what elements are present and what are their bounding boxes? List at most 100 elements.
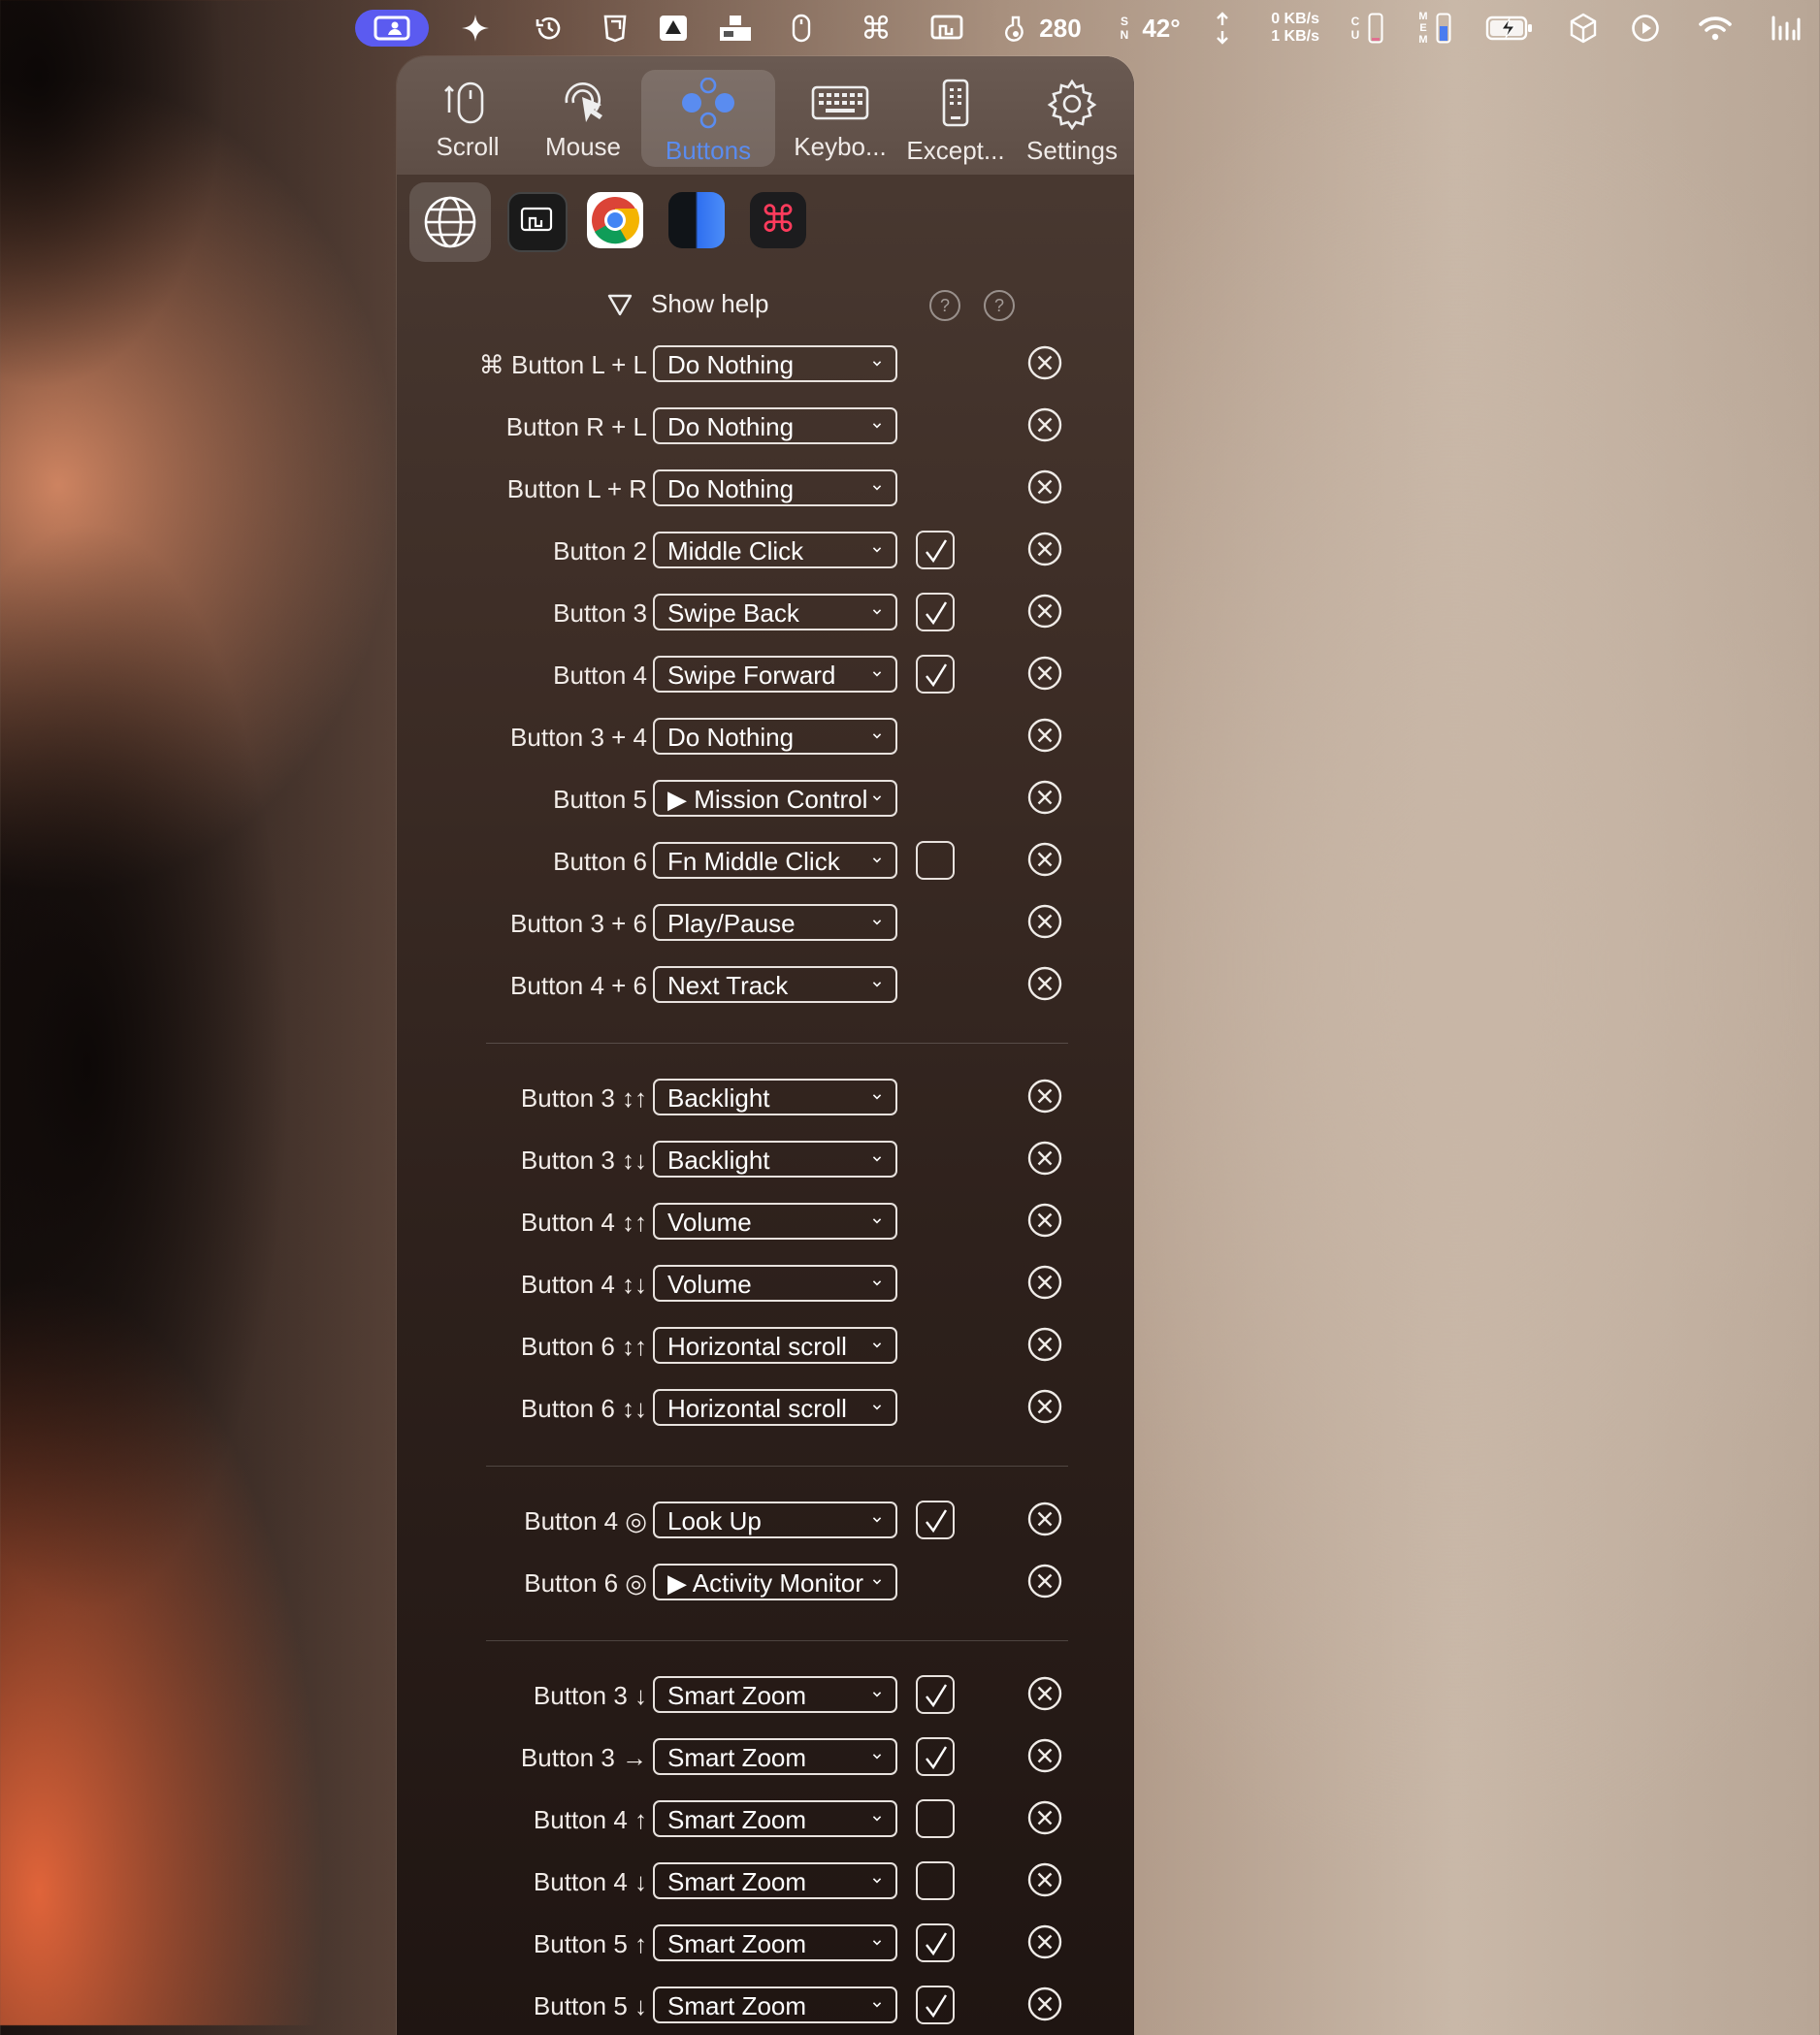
- remove-icon[interactable]: [1027, 1987, 1062, 2021]
- mapping-row: Button 3 ↓ Smart Zoom: [397, 1673, 1134, 1720]
- action-dropdown[interactable]: ▶ Mission Control: [653, 780, 897, 817]
- cpu-u: U: [1350, 28, 1360, 42]
- action-dropdown[interactable]: Volume: [653, 1203, 897, 1240]
- remove-icon[interactable]: [1027, 1924, 1062, 1959]
- stack-icon[interactable]: [716, 10, 755, 47]
- action-dropdown[interactable]: Swipe Back: [653, 594, 897, 630]
- modifier-checkbox[interactable]: [916, 1986, 955, 2024]
- modifier-checkbox[interactable]: [916, 1923, 955, 1962]
- remove-icon[interactable]: [1027, 780, 1062, 815]
- modifier-checkbox[interactable]: [916, 655, 955, 694]
- action-dropdown[interactable]: Volume: [653, 1265, 897, 1302]
- modifier-checkbox[interactable]: [916, 1799, 955, 1838]
- stats-icon[interactable]: [1768, 10, 1803, 47]
- remove-icon[interactable]: [1027, 1327, 1062, 1362]
- screen-app-icon[interactable]: [507, 192, 568, 252]
- modifier-checkbox[interactable]: [916, 531, 955, 569]
- action-value: Smart Zoom: [667, 1805, 807, 1834]
- action-dropdown[interactable]: Smart Zoom: [653, 1676, 897, 1713]
- action-dropdown[interactable]: Play/Pause: [653, 904, 897, 941]
- remove-icon[interactable]: [1027, 1862, 1062, 1897]
- remove-icon[interactable]: [1027, 1676, 1062, 1711]
- tab-exceptions[interactable]: Except...: [889, 70, 1023, 167]
- remove-icon[interactable]: [1027, 718, 1062, 753]
- action-value: Do Nothing: [667, 412, 795, 441]
- tab-mouse[interactable]: Mouse: [516, 70, 650, 167]
- remove-icon[interactable]: [1027, 1203, 1062, 1238]
- show-help-label[interactable]: Show help: [651, 289, 768, 319]
- modifier-checkbox[interactable]: [916, 1501, 955, 1539]
- mapping-row: Button 3 ↕↑ Backlight: [397, 1076, 1134, 1122]
- action-dropdown[interactable]: Fn Middle Click: [653, 842, 897, 879]
- modifier-checkbox[interactable]: [916, 1737, 955, 1776]
- time-machine-icon[interactable]: [530, 10, 569, 47]
- action-dropdown[interactable]: Look Up: [653, 1502, 897, 1538]
- action-dropdown[interactable]: Swipe Forward: [653, 656, 897, 693]
- sparkle-icon[interactable]: [456, 10, 495, 47]
- remove-icon[interactable]: [1027, 469, 1062, 504]
- action-value: Look Up: [667, 1506, 762, 1535]
- action-dropdown[interactable]: Do Nothing: [653, 469, 897, 506]
- remove-icon[interactable]: [1027, 1564, 1062, 1599]
- remove-icon[interactable]: [1027, 1738, 1062, 1773]
- app-all-apps[interactable]: [409, 182, 491, 262]
- shortcut-app-icon[interactable]: ⌘: [750, 192, 806, 248]
- remove-icon[interactable]: [1027, 345, 1062, 380]
- tab-buttons[interactable]: Buttons: [641, 70, 775, 167]
- modifier-checkbox[interactable]: [916, 1861, 955, 1900]
- play-circle-icon[interactable]: [1628, 10, 1663, 47]
- help-question-icon[interactable]: ?: [928, 289, 961, 322]
- remove-icon[interactable]: [1027, 1800, 1062, 1835]
- mapping-row: Button 3 → Smart Zoom: [397, 1735, 1134, 1782]
- cube-icon[interactable]: [1566, 10, 1601, 47]
- action-dropdown[interactable]: Do Nothing: [653, 407, 897, 444]
- remove-icon[interactable]: [1027, 1389, 1062, 1424]
- action-dropdown[interactable]: Horizontal scroll: [653, 1327, 897, 1364]
- display-icon[interactable]: [927, 10, 966, 47]
- finder-icon[interactable]: [668, 192, 725, 248]
- disclosure-triangle-icon[interactable]: [606, 291, 634, 318]
- action-dropdown[interactable]: Next Track: [653, 966, 897, 1003]
- remove-icon[interactable]: [1027, 1141, 1062, 1176]
- action-dropdown[interactable]: Smart Zoom: [653, 1800, 897, 1837]
- action-dropdown[interactable]: ▶ Activity Monitor: [653, 1564, 897, 1600]
- wifi-icon[interactable]: [1696, 10, 1735, 47]
- modifier-checkbox[interactable]: [916, 1675, 955, 1714]
- tab-settings[interactable]: Settings: [1005, 70, 1134, 167]
- tab-keyboard[interactable]: Keybo...: [773, 70, 907, 167]
- remove-icon[interactable]: [1027, 594, 1062, 629]
- modifier-checkbox[interactable]: [916, 841, 955, 880]
- action-value: Do Nothing: [667, 723, 795, 752]
- drive-icon[interactable]: [656, 10, 691, 47]
- action-dropdown[interactable]: Horizontal scroll: [653, 1389, 897, 1426]
- remove-icon[interactable]: [1027, 407, 1062, 442]
- remove-icon[interactable]: [1027, 532, 1062, 566]
- command-icon[interactable]: ⌘: [858, 10, 894, 47]
- remove-icon[interactable]: [1027, 1265, 1062, 1300]
- shield-icon[interactable]: [598, 10, 633, 47]
- remove-icon[interactable]: [1027, 904, 1062, 939]
- action-dropdown[interactable]: Backlight: [653, 1141, 897, 1178]
- action-dropdown[interactable]: Smart Zoom: [653, 1862, 897, 1899]
- action-dropdown[interactable]: Smart Zoom: [653, 1738, 897, 1775]
- action-dropdown[interactable]: Smart Zoom: [653, 1987, 897, 2023]
- chevron-down-icon: [872, 423, 882, 429]
- screen-sharing-icon[interactable]: [355, 10, 429, 47]
- remove-icon[interactable]: [1027, 966, 1062, 1001]
- help-question-icon-2[interactable]: ?: [983, 289, 1016, 322]
- remove-icon[interactable]: [1027, 1502, 1062, 1536]
- tab-scroll[interactable]: Scroll: [401, 70, 535, 167]
- modifier-checkbox[interactable]: [916, 593, 955, 631]
- action-dropdown[interactable]: Smart Zoom: [653, 1924, 897, 1961]
- trigger-label: Button 5 ↑: [533, 1929, 647, 1958]
- action-dropdown[interactable]: Do Nothing: [653, 345, 897, 382]
- chrome-icon[interactable]: [587, 192, 643, 248]
- action-dropdown[interactable]: Backlight: [653, 1079, 897, 1115]
- remove-icon[interactable]: [1027, 656, 1062, 691]
- remove-icon[interactable]: [1027, 1079, 1062, 1114]
- action-dropdown[interactable]: Middle Click: [653, 532, 897, 568]
- action-dropdown[interactable]: Do Nothing: [653, 718, 897, 755]
- mouse-icon[interactable]: [788, 10, 815, 47]
- remove-icon[interactable]: [1027, 842, 1062, 877]
- battery-icon[interactable]: [1484, 10, 1535, 47]
